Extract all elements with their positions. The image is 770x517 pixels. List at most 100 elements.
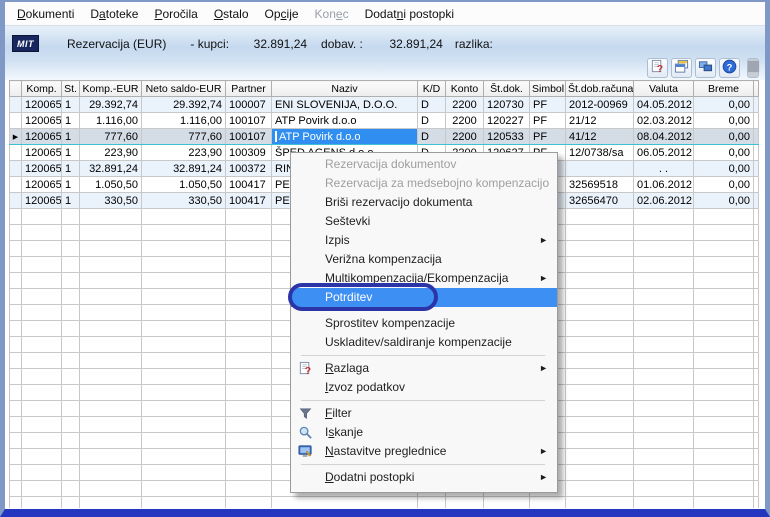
row-marker[interactable] (9, 336, 22, 353)
cell-breme[interactable]: 0,00 (693, 160, 754, 177)
context-menu-item-nastavitve-preglednice[interactable]: Nastavitve preglednice ► (291, 442, 557, 461)
row-marker[interactable] (9, 464, 22, 481)
cell-empty[interactable] (79, 256, 142, 273)
cell-empty[interactable] (21, 480, 62, 497)
cell-empty[interactable] (79, 288, 142, 305)
cell-empty[interactable] (61, 448, 80, 465)
cell-empty[interactable] (141, 496, 226, 508)
cell-konto[interactable]: 2200 (445, 96, 484, 113)
cell-neto-saldo-eur[interactable]: 1.050,50 (141, 176, 226, 193)
cell-empty[interactable] (633, 352, 694, 369)
cell-empty[interactable] (565, 288, 634, 305)
cell-empty[interactable] (79, 400, 142, 417)
cell-empty[interactable] (21, 336, 62, 353)
cell-empty[interactable] (21, 464, 62, 481)
cell-empty[interactable] (565, 416, 634, 433)
context-menu-item-potrditev[interactable]: Potrditev (291, 288, 557, 307)
cell-empty[interactable] (141, 336, 226, 353)
cell-empty[interactable] (565, 352, 634, 369)
cell-empty[interactable] (633, 496, 694, 508)
cell-komp-eur[interactable]: 223,90 (79, 144, 142, 161)
cell-empty[interactable] (693, 416, 754, 433)
row-marker[interactable] (9, 432, 22, 449)
cell-t-dob-ra-una[interactable]: 21/12 (565, 112, 634, 129)
cell-st[interactable]: 1 (61, 192, 80, 209)
cell-t-dok[interactable]: 120533 (483, 128, 530, 145)
cell-empty[interactable] (693, 384, 754, 401)
cell-breme[interactable]: 0,00 (693, 96, 754, 113)
cell-empty[interactable] (79, 320, 142, 337)
cell-valuta[interactable]: 06.05.2012 (633, 144, 694, 161)
cell-empty[interactable] (225, 256, 272, 273)
cell-empty[interactable] (565, 368, 634, 385)
cell-empty[interactable] (693, 336, 754, 353)
cell-empty[interactable] (141, 304, 226, 321)
cell-empty[interactable] (141, 256, 226, 273)
context-menu-item-bri-i-rezervacijo-dokumenta[interactable]: Briši rezervacijo dokumenta (291, 193, 557, 212)
cell-empty[interactable] (141, 480, 226, 497)
cell-breme[interactable]: 0,00 (693, 128, 754, 145)
menubar-item-dokumenti[interactable]: Dokumenti (9, 4, 82, 24)
cell-empty[interactable] (271, 496, 418, 508)
cell-empty[interactable] (633, 272, 694, 289)
cell-neto-saldo-eur[interactable]: 330,50 (141, 192, 226, 209)
cell-komp-eur[interactable]: 1.116,00 (79, 112, 142, 129)
cell-empty[interactable] (21, 256, 62, 273)
cell-simbol[interactable]: PF (529, 128, 566, 145)
toolbar-button-partial-button-icon[interactable] (747, 58, 759, 78)
menubar-item-datoteke[interactable]: Datoteke (82, 4, 146, 24)
cell-st[interactable]: 1 (61, 112, 80, 129)
column-header-komp-eur[interactable]: Komp.-EUR (79, 80, 142, 97)
cell-empty[interactable] (565, 448, 634, 465)
toolbar-button-help-icon[interactable]: ? (719, 58, 740, 78)
cell-valuta[interactable]: 02.06.2012 (633, 192, 694, 209)
cell-empty[interactable] (693, 480, 754, 497)
row-marker[interactable] (9, 288, 22, 305)
context-menu-item-uskladitev-saldiranje-kompenzacije[interactable]: Uskladitev/saldiranje kompenzacije (291, 333, 557, 352)
cell-empty[interactable] (693, 304, 754, 321)
cell-empty[interactable] (565, 384, 634, 401)
row-marker[interactable] (9, 240, 22, 257)
cell-empty[interactable] (21, 496, 62, 508)
cell-empty[interactable] (693, 208, 754, 225)
cell-empty[interactable] (79, 352, 142, 369)
cell-naziv[interactable]: ENI SLOVENIJA, D.O.O. (271, 96, 418, 113)
cell-empty[interactable] (693, 288, 754, 305)
cell-empty[interactable] (61, 496, 80, 508)
cell-empty[interactable] (21, 416, 62, 433)
cell-empty[interactable] (61, 208, 80, 225)
cell-empty[interactable] (565, 304, 634, 321)
cell-empty[interactable] (61, 256, 80, 273)
cell-empty[interactable] (529, 496, 566, 508)
cell-st[interactable]: 1 (61, 96, 80, 113)
cell-empty[interactable] (141, 272, 226, 289)
cell-empty[interactable] (693, 448, 754, 465)
cell-empty[interactable] (61, 464, 80, 481)
cell-empty[interactable] (141, 416, 226, 433)
cell-empty[interactable] (21, 352, 62, 369)
cell-empty[interactable] (141, 288, 226, 305)
row-marker[interactable] (9, 256, 22, 273)
cell-empty[interactable] (79, 208, 142, 225)
context-menu-item-razlaga[interactable]: ? Razlaga ► (291, 359, 557, 378)
cell-empty[interactable] (21, 368, 62, 385)
context-menu-item-iskanje[interactable]: Iskanje (291, 423, 557, 442)
cell-empty[interactable] (79, 480, 142, 497)
cell-empty[interactable] (565, 480, 634, 497)
cell-empty[interactable] (21, 320, 62, 337)
cell-t-dok[interactable]: 120730 (483, 96, 530, 113)
cell-empty[interactable] (693, 432, 754, 449)
column-header-st[interactable]: St. (61, 80, 80, 97)
cell-komp[interactable]: 120065 (21, 112, 62, 129)
cell-empty[interactable] (21, 272, 62, 289)
cell-empty[interactable] (633, 336, 694, 353)
row-marker[interactable] (9, 304, 22, 321)
column-header-konto[interactable]: Konto (445, 80, 484, 97)
toolbar-button-screens-icon[interactable] (695, 58, 716, 78)
cell-konto[interactable]: 2200 (445, 128, 484, 145)
column-header-breme[interactable]: Breme (693, 80, 754, 97)
cell-empty[interactable] (21, 240, 62, 257)
cell-empty[interactable] (633, 320, 694, 337)
cell-neto-saldo-eur[interactable]: 1.116,00 (141, 112, 226, 129)
cell-empty[interactable] (693, 240, 754, 257)
